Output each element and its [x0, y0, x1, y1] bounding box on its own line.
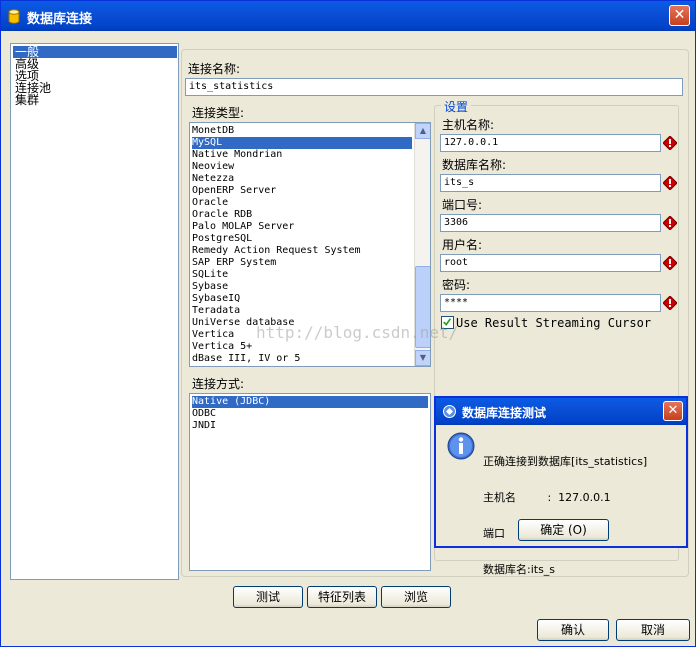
gear-icon [443, 405, 456, 418]
list-item[interactable]: Remedy Action Request System [192, 245, 361, 257]
warning-diamond-icon [663, 216, 677, 230]
list-item[interactable]: Palo MOLAP Server [192, 221, 294, 233]
list-item[interactable]: MonetDB [192, 125, 234, 137]
connection-test-dialog: 数据库连接测试 ✕ 正确连接到数据库[its_statistics] 主机名 :… [434, 396, 688, 576]
explore-button[interactable]: 浏览 [381, 586, 451, 608]
list-item[interactable]: Neoview [192, 161, 234, 173]
username-input[interactable]: root [440, 254, 661, 272]
scroll-down-button[interactable]: ▼ [415, 350, 430, 366]
list-item[interactable]: SybaseIQ [192, 293, 240, 305]
dialog-body: 正确连接到数据库[its_statistics] 主机名 : 127.0.0.1… [436, 425, 686, 576]
list-item[interactable]: Teradata [192, 305, 240, 317]
feature-list-button[interactable]: 特征列表 [307, 586, 377, 608]
dialog-titlebar[interactable]: 数据库连接测试 ✕ [436, 398, 686, 425]
access-method-label: 连接方式: [192, 377, 245, 391]
database-name-label: 数据库名称: [442, 158, 507, 172]
host-input[interactable]: 127.0.0.1 [440, 134, 661, 152]
settings-legend: 设置 [441, 98, 472, 115]
scroll-up-button[interactable]: ▲ [415, 123, 430, 139]
nav-item-clustering[interactable]: 集群 [13, 94, 41, 106]
database-name-input[interactable]: its_s [440, 174, 661, 192]
window-close-button[interactable]: ✕ [669, 5, 690, 26]
watermark: http://blog.csdn.net/ [256, 323, 459, 342]
list-item[interactable]: Vertica 5+ [192, 341, 252, 353]
message-line: 数据库名:its_s [483, 563, 556, 576]
window-titlebar[interactable]: 数据库连接 ✕ [1, 1, 695, 31]
ok-button[interactable]: 确认 [537, 619, 609, 641]
port-label: 端口号: [442, 198, 483, 212]
dialog-close-button[interactable]: ✕ [663, 401, 683, 421]
password-label: 密码: [442, 278, 471, 292]
list-item[interactable]: Native Mondrian [192, 149, 282, 161]
list-item[interactable]: JNDI [192, 420, 216, 432]
database-icon [8, 9, 20, 24]
list-item[interactable]: Native (JDBC) [192, 396, 428, 408]
list-item[interactable]: Oracle [192, 197, 228, 209]
list-item[interactable]: Sybase [192, 281, 228, 293]
list-item[interactable]: MySQL [192, 137, 412, 149]
dialog-ok-button[interactable]: 确定 (O) [518, 519, 609, 541]
warning-diamond-icon [663, 296, 677, 310]
host-label: 主机名称: [442, 118, 495, 132]
list-item[interactable]: ODBC [192, 408, 216, 420]
warning-diamond-icon [663, 136, 677, 150]
password-input[interactable]: **** [440, 294, 661, 312]
access-method-list[interactable]: Native (JDBC) ODBC JNDI [189, 393, 431, 571]
connection-type-label: 连接类型: [192, 106, 245, 120]
list-item[interactable]: Netezza [192, 173, 234, 185]
cancel-button[interactable]: 取消 [616, 619, 690, 641]
list-item[interactable]: Vertica [192, 329, 234, 341]
category-list: 一般 高级 选项 连接池 集群 [10, 43, 179, 580]
list-item[interactable]: PostgreSQL [192, 233, 252, 245]
warning-diamond-icon [663, 176, 677, 190]
message-line: 主机名 : 127.0.0.1 [483, 491, 611, 504]
port-input[interactable]: 3306 [440, 214, 661, 232]
username-label: 用户名: [442, 238, 483, 252]
list-item[interactable]: dBase III, IV or 5 [192, 353, 300, 365]
list-item[interactable]: Oracle RDB [192, 209, 252, 221]
streaming-cursor-label[interactable]: Use Result Streaming Cursor [456, 316, 651, 330]
list-item[interactable]: OpenERP Server [192, 185, 276, 197]
connection-name-input[interactable]: its_statistics [185, 78, 683, 96]
test-button[interactable]: 测试 [233, 586, 303, 608]
connection-name-label: 连接名称: [188, 62, 241, 76]
database-connection-window: 数据库连接 ✕ 一般 高级 选项 连接池 集群 连接名称: its_statis… [0, 0, 696, 647]
window-title: 数据库连接 [27, 12, 93, 27]
info-icon [447, 432, 475, 460]
dialog-title: 数据库连接测试 [462, 406, 547, 420]
list-item[interactable]: SAP ERP System [192, 257, 276, 269]
warning-diamond-icon [663, 256, 677, 270]
list-item[interactable]: SQLite [192, 269, 228, 281]
dialog-message: 正确连接到数据库[its_statistics] 主机名 : 127.0.0.1… [483, 432, 647, 600]
message-line: 正确连接到数据库[its_statistics] [483, 455, 648, 468]
